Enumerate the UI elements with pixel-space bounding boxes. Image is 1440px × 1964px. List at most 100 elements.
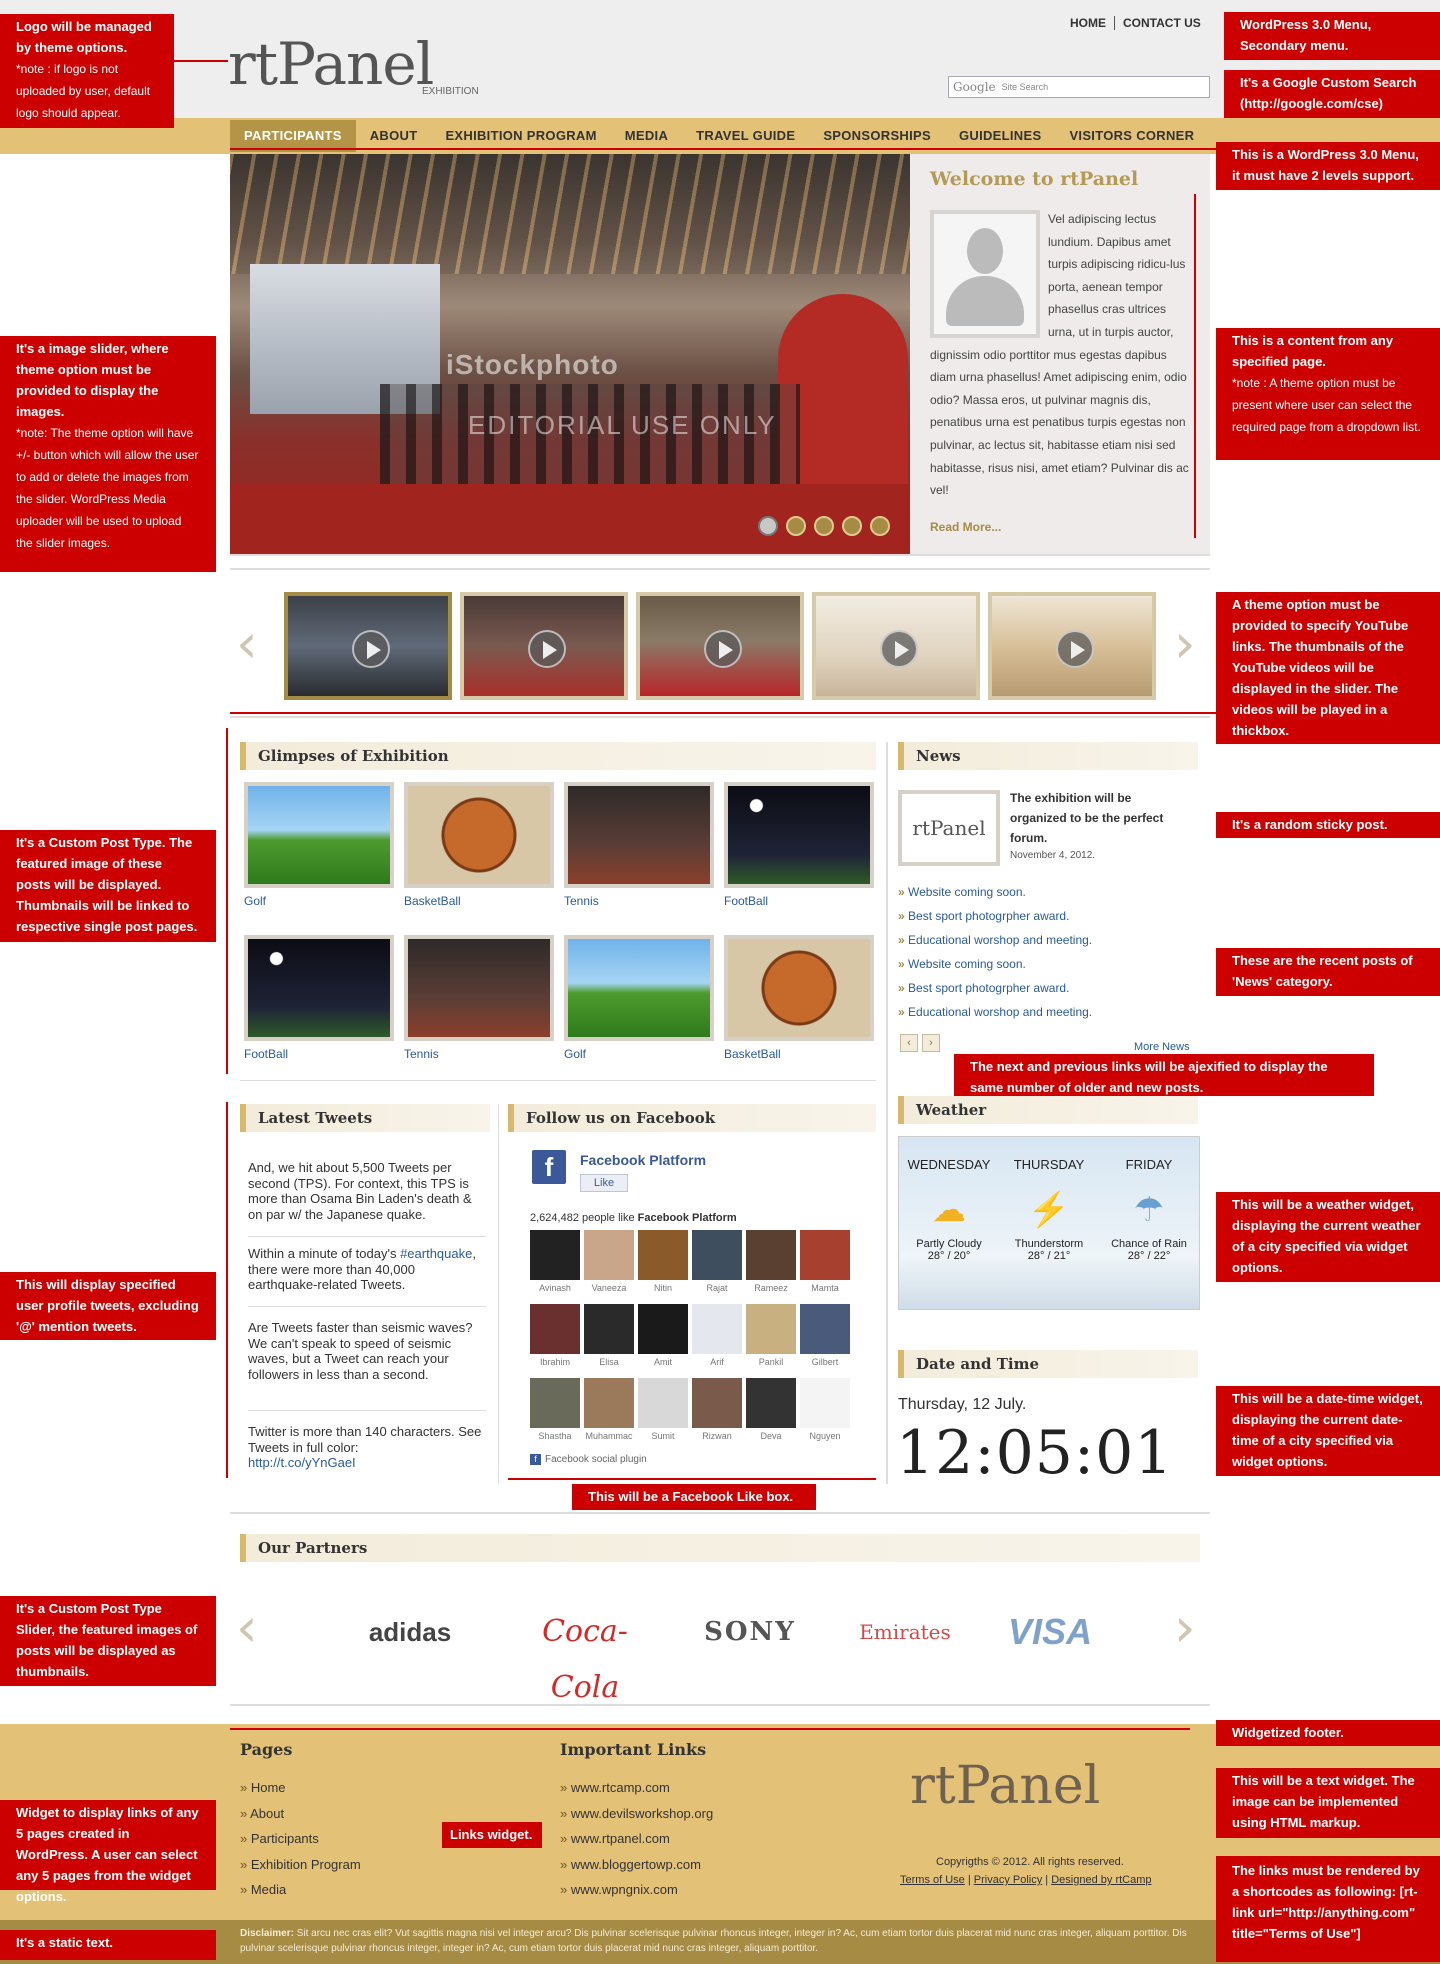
- glimpse-item[interactable]: Tennis: [564, 782, 714, 908]
- facebook-fan[interactable]: Sumit: [638, 1378, 688, 1442]
- fan-avatar[interactable]: [584, 1304, 634, 1354]
- video-thumbnail[interactable]: [988, 592, 1156, 700]
- fan-avatar[interactable]: [800, 1230, 850, 1280]
- footer-page-link[interactable]: Exhibition Program: [240, 1857, 361, 1883]
- facebook-fan[interactable]: Mamta: [800, 1230, 850, 1294]
- footer-link[interactable]: www.rtpanel.com: [560, 1831, 713, 1857]
- fan-avatar[interactable]: [692, 1230, 742, 1280]
- fan-avatar[interactable]: [530, 1378, 580, 1428]
- fan-avatar[interactable]: [530, 1230, 580, 1280]
- slider-dot-2[interactable]: [786, 516, 806, 536]
- facebook-fan[interactable]: Rameez: [746, 1230, 796, 1294]
- footer-link[interactable]: www.bloggertowp.com: [560, 1857, 713, 1883]
- glimpse-caption[interactable]: BasketBall: [404, 894, 461, 908]
- partner-logo[interactable]: Emirates: [840, 1604, 970, 1660]
- privacy-link[interactable]: Privacy Policy: [974, 1874, 1042, 1886]
- news-prev-button[interactable]: ‹: [900, 1034, 918, 1052]
- glimpse-image[interactable]: [404, 782, 554, 888]
- site-logo[interactable]: rtPanel: [228, 30, 434, 98]
- facebook-page-name[interactable]: Facebook Platform: [580, 1152, 706, 1168]
- secondary-menu-contact[interactable]: CONTACT US: [1115, 16, 1209, 30]
- facebook-fan[interactable]: Rajat: [692, 1230, 742, 1294]
- fan-avatar[interactable]: [746, 1230, 796, 1280]
- video-prev-arrow-icon[interactable]: ‹: [236, 612, 258, 675]
- news-item[interactable]: Educational worshop and meeting.: [898, 1002, 1198, 1026]
- news-sticky-text[interactable]: The exhibition will be organized to be t…: [1010, 788, 1190, 848]
- footer-page-link[interactable]: Home: [240, 1780, 361, 1806]
- glimpse-caption[interactable]: BasketBall: [724, 1047, 781, 1061]
- glimpse-item[interactable]: FootBall: [724, 782, 874, 908]
- glimpse-image[interactable]: [564, 782, 714, 888]
- facebook-fan[interactable]: Vaneeza: [584, 1230, 634, 1294]
- glimpse-item[interactable]: BasketBall: [404, 782, 554, 908]
- news-item[interactable]: Best sport photogrpher award.: [898, 978, 1198, 1002]
- terms-link[interactable]: Terms of Use: [900, 1874, 965, 1886]
- glimpse-caption[interactable]: Golf: [564, 1047, 586, 1061]
- partners-prev-arrow-icon[interactable]: ‹: [236, 1596, 258, 1659]
- glimpse-image[interactable]: [724, 935, 874, 1041]
- facebook-like-button[interactable]: Like: [580, 1174, 628, 1192]
- glimpse-caption[interactable]: FootBall: [724, 894, 768, 908]
- glimpse-caption[interactable]: Golf: [244, 894, 266, 908]
- footer-page-link[interactable]: Participants: [240, 1831, 361, 1857]
- partner-logo[interactable]: SONY: [680, 1604, 820, 1660]
- slider-dot-3[interactable]: [814, 516, 834, 536]
- footer-page-link[interactable]: Media: [240, 1882, 361, 1908]
- footer-link[interactable]: www.rtcamp.com: [560, 1780, 713, 1806]
- facebook-fan[interactable]: Arif: [692, 1304, 742, 1368]
- news-item[interactable]: Website coming soon.: [898, 882, 1198, 906]
- facebook-fan[interactable]: Nitin: [638, 1230, 688, 1294]
- fan-avatar[interactable]: [746, 1378, 796, 1428]
- fan-avatar[interactable]: [584, 1230, 634, 1280]
- facebook-fan[interactable]: Amit: [638, 1304, 688, 1368]
- facebook-fan[interactable]: Elisa: [584, 1304, 634, 1368]
- video-thumbnail[interactable]: [460, 592, 628, 700]
- hashtag-link[interactable]: #earthquake: [400, 1246, 472, 1261]
- glimpse-image[interactable]: [244, 782, 394, 888]
- fan-avatar[interactable]: [638, 1230, 688, 1280]
- partner-logo[interactable]: Coca-Cola: [510, 1604, 660, 1705]
- glimpse-caption[interactable]: FootBall: [244, 1047, 288, 1061]
- glimpse-image[interactable]: [564, 935, 714, 1041]
- facebook-fan[interactable]: Ibrahim: [530, 1304, 580, 1368]
- glimpse-image[interactable]: [724, 782, 874, 888]
- glimpse-caption[interactable]: Tennis: [404, 1047, 439, 1061]
- footer-link[interactable]: www.wpngnix.com: [560, 1882, 713, 1908]
- facebook-fan[interactable]: Pankil: [746, 1304, 796, 1368]
- facebook-fan[interactable]: Muhammac: [584, 1378, 634, 1442]
- news-item[interactable]: Best sport photogrpher award.: [898, 906, 1198, 930]
- more-news-link[interactable]: More News: [1134, 1041, 1190, 1053]
- facebook-fan[interactable]: Nguyen: [800, 1378, 850, 1442]
- facebook-fan[interactable]: Gilbert: [800, 1304, 850, 1368]
- designed-by-link[interactable]: Designed by rtCamp: [1051, 1874, 1151, 1886]
- news-item[interactable]: Website coming soon.: [898, 954, 1198, 978]
- glimpse-image[interactable]: [244, 935, 394, 1041]
- image-slider[interactable]: iStockphoto EDITORIAL USE ONLY: [230, 154, 910, 554]
- footer-page-link[interactable]: About: [240, 1806, 361, 1832]
- news-sticky-image[interactable]: rtPanel: [898, 790, 1000, 866]
- fan-avatar[interactable]: [800, 1378, 850, 1428]
- search-input[interactable]: Site Search: [1002, 82, 1049, 92]
- fan-avatar[interactable]: [530, 1304, 580, 1354]
- facebook-fan[interactable]: Rizwan: [692, 1378, 742, 1442]
- fan-avatar[interactable]: [638, 1304, 688, 1354]
- facebook-fan[interactable]: Avinash: [530, 1230, 580, 1294]
- glimpse-image[interactable]: [404, 935, 554, 1041]
- slider-dot-5[interactable]: [870, 516, 890, 536]
- video-thumbnail[interactable]: [284, 592, 452, 700]
- partner-logo[interactable]: adidas: [350, 1604, 470, 1660]
- tweet-link[interactable]: http://t.co/yYnGaeI: [248, 1455, 356, 1470]
- slider-dot-4[interactable]: [842, 516, 862, 536]
- glimpse-item[interactable]: BasketBall: [724, 935, 874, 1061]
- glimpse-item[interactable]: Golf: [564, 935, 714, 1061]
- video-next-arrow-icon[interactable]: ›: [1174, 612, 1196, 675]
- fan-avatar[interactable]: [584, 1378, 634, 1428]
- facebook-fan[interactable]: Shastha: [530, 1378, 580, 1442]
- video-thumbnail[interactable]: [812, 592, 980, 700]
- video-thumbnail[interactable]: [636, 592, 804, 700]
- glimpse-item[interactable]: Tennis: [404, 935, 554, 1061]
- glimpse-caption[interactable]: Tennis: [564, 894, 599, 908]
- partners-next-arrow-icon[interactable]: ›: [1174, 1596, 1196, 1659]
- facebook-fan[interactable]: Deva: [746, 1378, 796, 1442]
- fan-avatar[interactable]: [692, 1304, 742, 1354]
